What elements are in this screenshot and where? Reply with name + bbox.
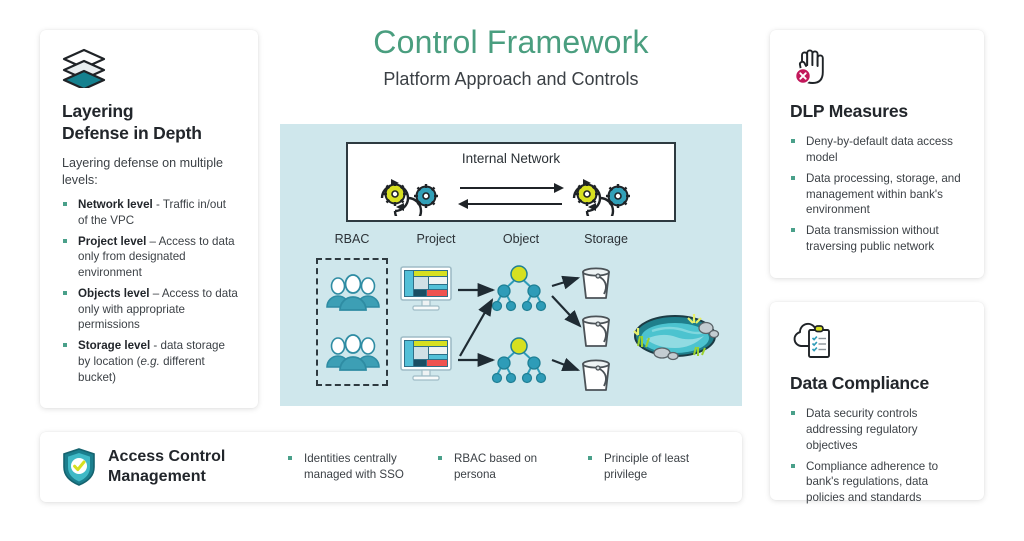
layering-title-line2: Defense in Depth — [62, 123, 202, 144]
layering-bullet-list: Network level - Traffic in/out of the VP… — [62, 197, 238, 385]
layering-card: Layering Defense in Depth Layering defen… — [40, 30, 258, 408]
compliance-card-title: Data Compliance — [790, 373, 929, 393]
column-label-storage: Storage — [584, 232, 628, 246]
dlp-card-title: DLP Measures — [790, 101, 908, 121]
list-item: Deny-by-default data access model — [790, 134, 966, 166]
bullet-italic: e.g. — [140, 354, 160, 368]
layering-intro: Layering defense on multiple levels: — [62, 155, 224, 187]
flow-arrows — [280, 248, 742, 406]
list-item: Compliance adherence to bank's regulatio… — [790, 459, 966, 506]
bullet-label: Storage level — [78, 339, 151, 353]
list-item: Data security controls addressing regula… — [790, 406, 966, 453]
dlp-measures-card: DLP Measures Deny-by-default data access… — [770, 30, 984, 278]
internal-network-box: Internal Network — [346, 142, 676, 226]
acm-item-rbac: RBAC based on persona — [437, 451, 576, 483]
acm-title-line1: Access Control — [108, 448, 226, 465]
gears-icon — [566, 174, 648, 226]
compliance-bullet-list: Data security controls addressing regula… — [790, 406, 966, 506]
header: Control Framework Platform Approach and … — [280, 24, 742, 90]
layers-icon — [62, 48, 106, 91]
bullet-label: Network level — [78, 198, 153, 212]
data-compliance-card: Data Compliance Data security controls a… — [770, 302, 984, 504]
layering-card-title: Layering Defense in Depth — [62, 100, 238, 145]
list-item: Project level – Access to data only from… — [62, 234, 238, 281]
bullet-dash: – — [149, 286, 162, 300]
layering-title-line1: Layering — [62, 101, 134, 121]
access-control-management-bar: Access Control Management Identities cen… — [40, 432, 742, 502]
list-item: Objects level – Access to data only with… — [62, 286, 238, 333]
acm-title: Access Control Management — [108, 447, 225, 487]
page-subtitle: Platform Approach and Controls — [383, 68, 639, 89]
cloud-checklist-icon — [790, 318, 834, 362]
list-item: Storage level - data storage by location… — [62, 338, 238, 385]
list-item: Data processing, storage, and management… — [790, 171, 966, 218]
shield-check-icon — [62, 447, 96, 487]
column-label-project: Project — [416, 232, 456, 246]
list-item: Network level - Traffic in/out of the VP… — [62, 197, 238, 229]
column-label-rbac: RBAC — [334, 232, 370, 246]
acm-title-group: Access Control Management — [62, 447, 276, 487]
acm-item-sso: Identities centrally managed with SSO — [287, 451, 426, 483]
page-title: Control Framework — [373, 24, 649, 60]
list-item: Data transmission without traversing pub… — [790, 223, 966, 255]
dlp-bullet-list: Deny-by-default data access model Data p… — [790, 134, 966, 254]
architecture-diagram: Internal Network RBAC Project Object Sto… — [280, 124, 742, 406]
gears-icon — [374, 174, 456, 226]
bullet-dash: – — [146, 234, 159, 248]
acm-item-least-privilege: Principle of least privilege — [587, 451, 726, 483]
stop-hand-icon — [790, 46, 834, 90]
acm-title-line2: Management — [108, 468, 206, 485]
bullet-dash: - — [150, 339, 161, 353]
bidirectional-arrows-icon — [456, 180, 566, 212]
bullet-label: Project level — [78, 234, 147, 248]
bullet-dash: - — [152, 198, 163, 212]
column-label-object: Object — [502, 232, 540, 246]
bullet-label: Objects level — [78, 286, 150, 300]
internal-network-label: Internal Network — [461, 151, 561, 166]
